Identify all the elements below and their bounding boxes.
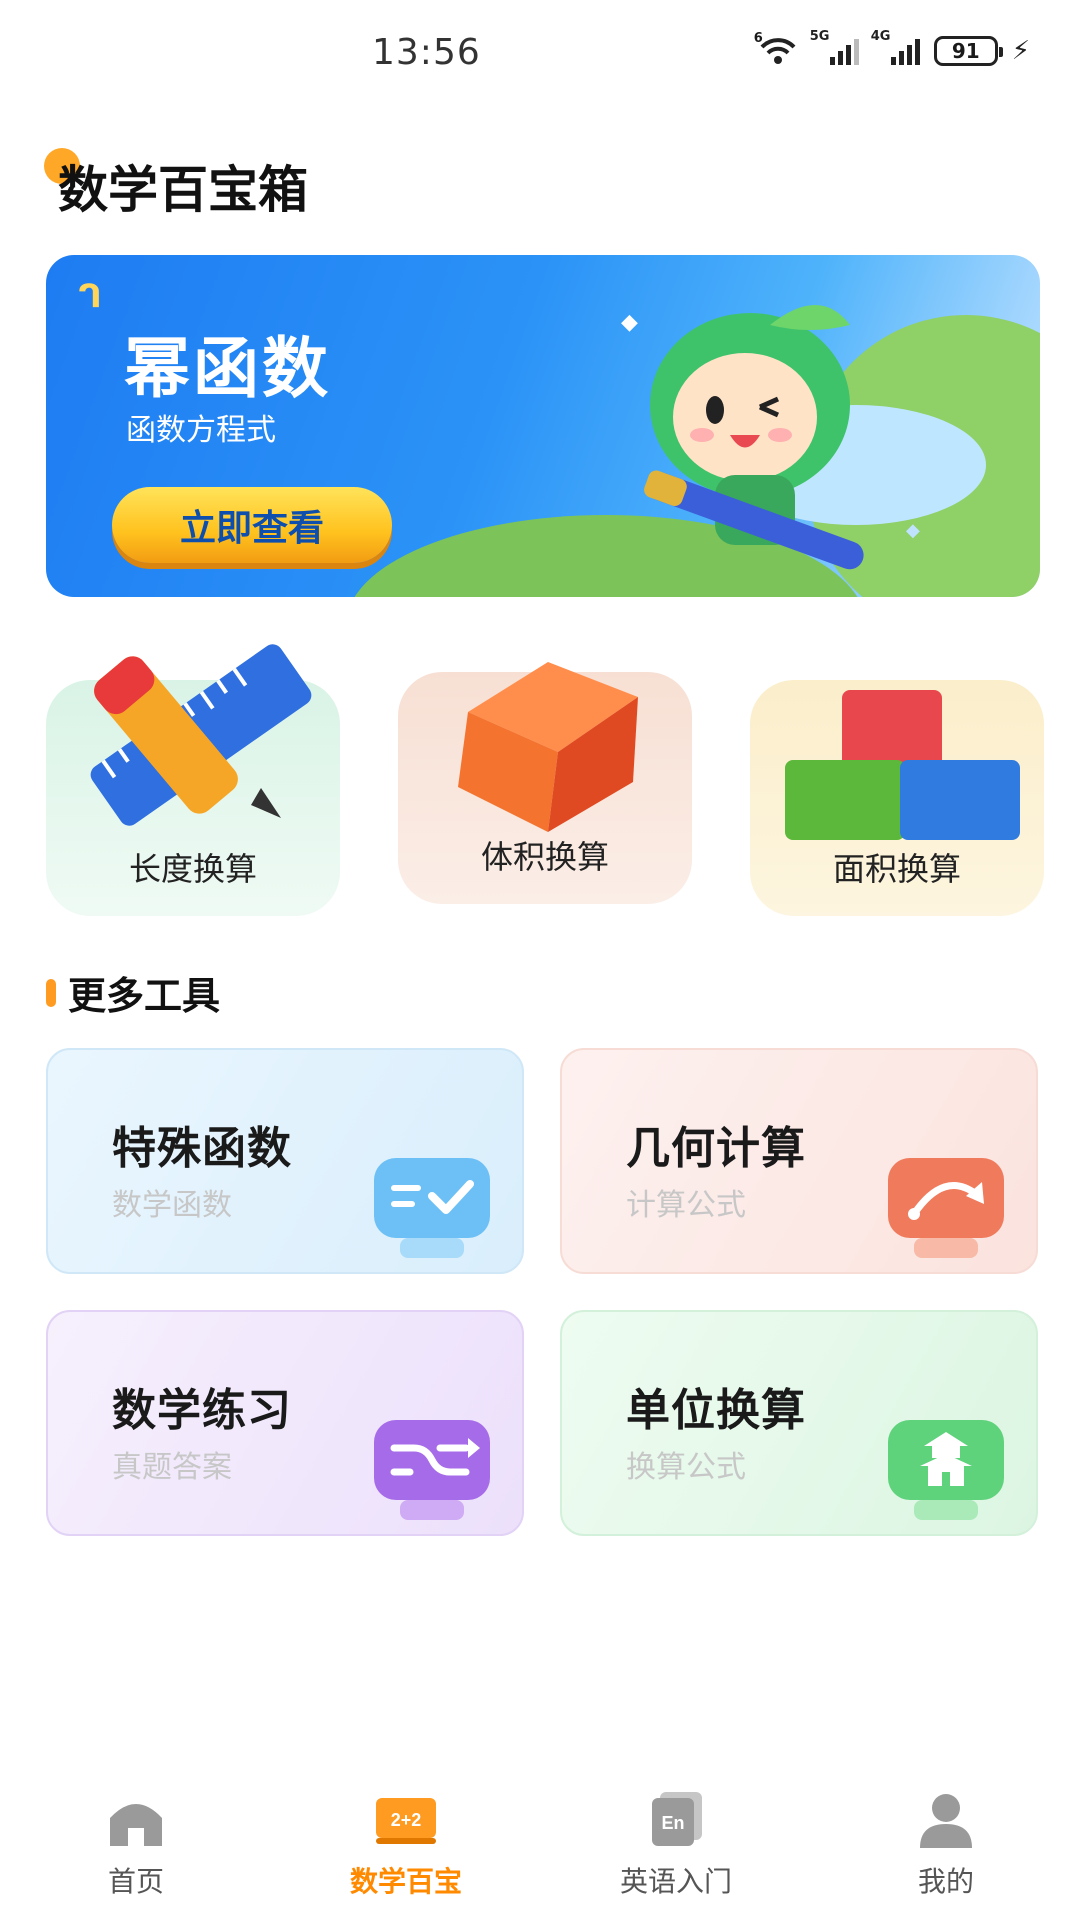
tool-title: 特殊函数 bbox=[112, 1123, 292, 1174]
tool-subtitle: 计算公式 bbox=[626, 1188, 746, 1223]
math-board-icon: 2+2 bbox=[376, 1798, 436, 1844]
battery-level: 91 bbox=[951, 39, 980, 63]
signal-4g-label: 4G bbox=[870, 29, 891, 44]
tool-subtitle: 数学函数 bbox=[112, 1188, 232, 1223]
tool-title: 单位换算 bbox=[626, 1385, 806, 1436]
category-length[interactable]: 长度换算 bbox=[46, 644, 340, 916]
home-icon bbox=[110, 1804, 162, 1846]
signal-5g-label: 5G bbox=[809, 29, 830, 44]
status-icons: 6 5G 4G 91 ⚡ bbox=[754, 29, 1030, 66]
nav-home[interactable]: 首页 bbox=[36, 1790, 236, 1900]
section-accent-bar bbox=[46, 978, 56, 1007]
battery-icon: 91 bbox=[933, 36, 1003, 66]
tool-subtitle: 换算公式 bbox=[626, 1450, 746, 1485]
cube-icon bbox=[458, 662, 638, 832]
english-book-icon: En bbox=[652, 1792, 702, 1846]
charging-icon: ⚡ bbox=[1011, 36, 1030, 66]
page-title: 数学百宝箱 bbox=[58, 161, 308, 219]
nav-math[interactable]: 2+2 数学百宝 bbox=[306, 1790, 506, 1900]
wifi-icon: 6 bbox=[754, 31, 798, 65]
wifi-label: 6 bbox=[753, 31, 763, 46]
category-length-label: 长度换算 bbox=[128, 850, 257, 888]
mascot-illustration bbox=[644, 305, 864, 570]
tool-unit-conversion[interactable]: 单位换算 换算公式 bbox=[560, 1310, 1038, 1536]
category-area[interactable]: 面积换算 bbox=[750, 680, 1044, 916]
signal-4g-icon: 4G bbox=[871, 29, 920, 65]
nav-english-label: 英语入门 bbox=[619, 1865, 732, 1898]
tool-title: 数学练习 bbox=[112, 1385, 292, 1436]
blocks-icon bbox=[785, 690, 1020, 840]
tool-subtitle: 真题答案 bbox=[112, 1450, 232, 1485]
nav-home-label: 首页 bbox=[107, 1865, 164, 1898]
math-board-badge: 2+2 bbox=[391, 1810, 422, 1830]
status-bar: 13:56 6 5G 4G 91 ⚡ bbox=[0, 0, 1080, 110]
english-book-badge: En bbox=[661, 1813, 684, 1833]
music-note-icon: ᒉ bbox=[78, 277, 102, 315]
more-tools-header: 更多工具 bbox=[46, 965, 220, 1020]
nav-math-label: 数学百宝 bbox=[349, 1865, 462, 1898]
tool-geometry[interactable]: 几何计算 计算公式 bbox=[560, 1048, 1038, 1274]
category-volume-label: 体积换算 bbox=[480, 838, 609, 876]
banner-title: 幂函数 bbox=[124, 330, 331, 407]
promo-banner[interactable]: ◆ ◆ ᒉ 幂函数 函数方程式 立即查看 bbox=[46, 255, 1040, 597]
sparkle-icon: ◆ bbox=[906, 520, 920, 541]
tool-math-practice[interactable]: 数学练习 真题答案 bbox=[46, 1310, 524, 1536]
signal-5g-icon: 5G bbox=[810, 29, 859, 65]
section-title: 更多工具 bbox=[68, 974, 221, 1018]
nav-profile-label: 我的 bbox=[917, 1865, 974, 1898]
pagoda-icon bbox=[888, 1420, 1004, 1520]
shuffle-icon bbox=[374, 1420, 490, 1520]
nav-english[interactable]: En 英语入门 bbox=[576, 1790, 776, 1900]
bottom-nav: 首页 2+2 数学百宝 En 英语入门 我的 bbox=[0, 1790, 1080, 1920]
view-now-button[interactable]: 立即查看 bbox=[112, 487, 392, 563]
check-chat-icon bbox=[374, 1158, 490, 1258]
tool-special-functions[interactable]: 特殊函数 数学函数 bbox=[46, 1048, 524, 1274]
curve-arrow-icon bbox=[888, 1158, 1004, 1258]
category-area-label: 面积换算 bbox=[832, 850, 961, 888]
nav-profile[interactable]: 我的 bbox=[846, 1790, 1046, 1900]
status-time: 13:56 bbox=[372, 32, 481, 73]
category-volume[interactable]: 体积换算 bbox=[398, 662, 692, 904]
tool-title: 几何计算 bbox=[626, 1123, 806, 1174]
banner-subtitle: 函数方程式 bbox=[126, 413, 276, 448]
profile-icon bbox=[920, 1794, 972, 1848]
ruler-pencil-icon bbox=[90, 644, 312, 826]
